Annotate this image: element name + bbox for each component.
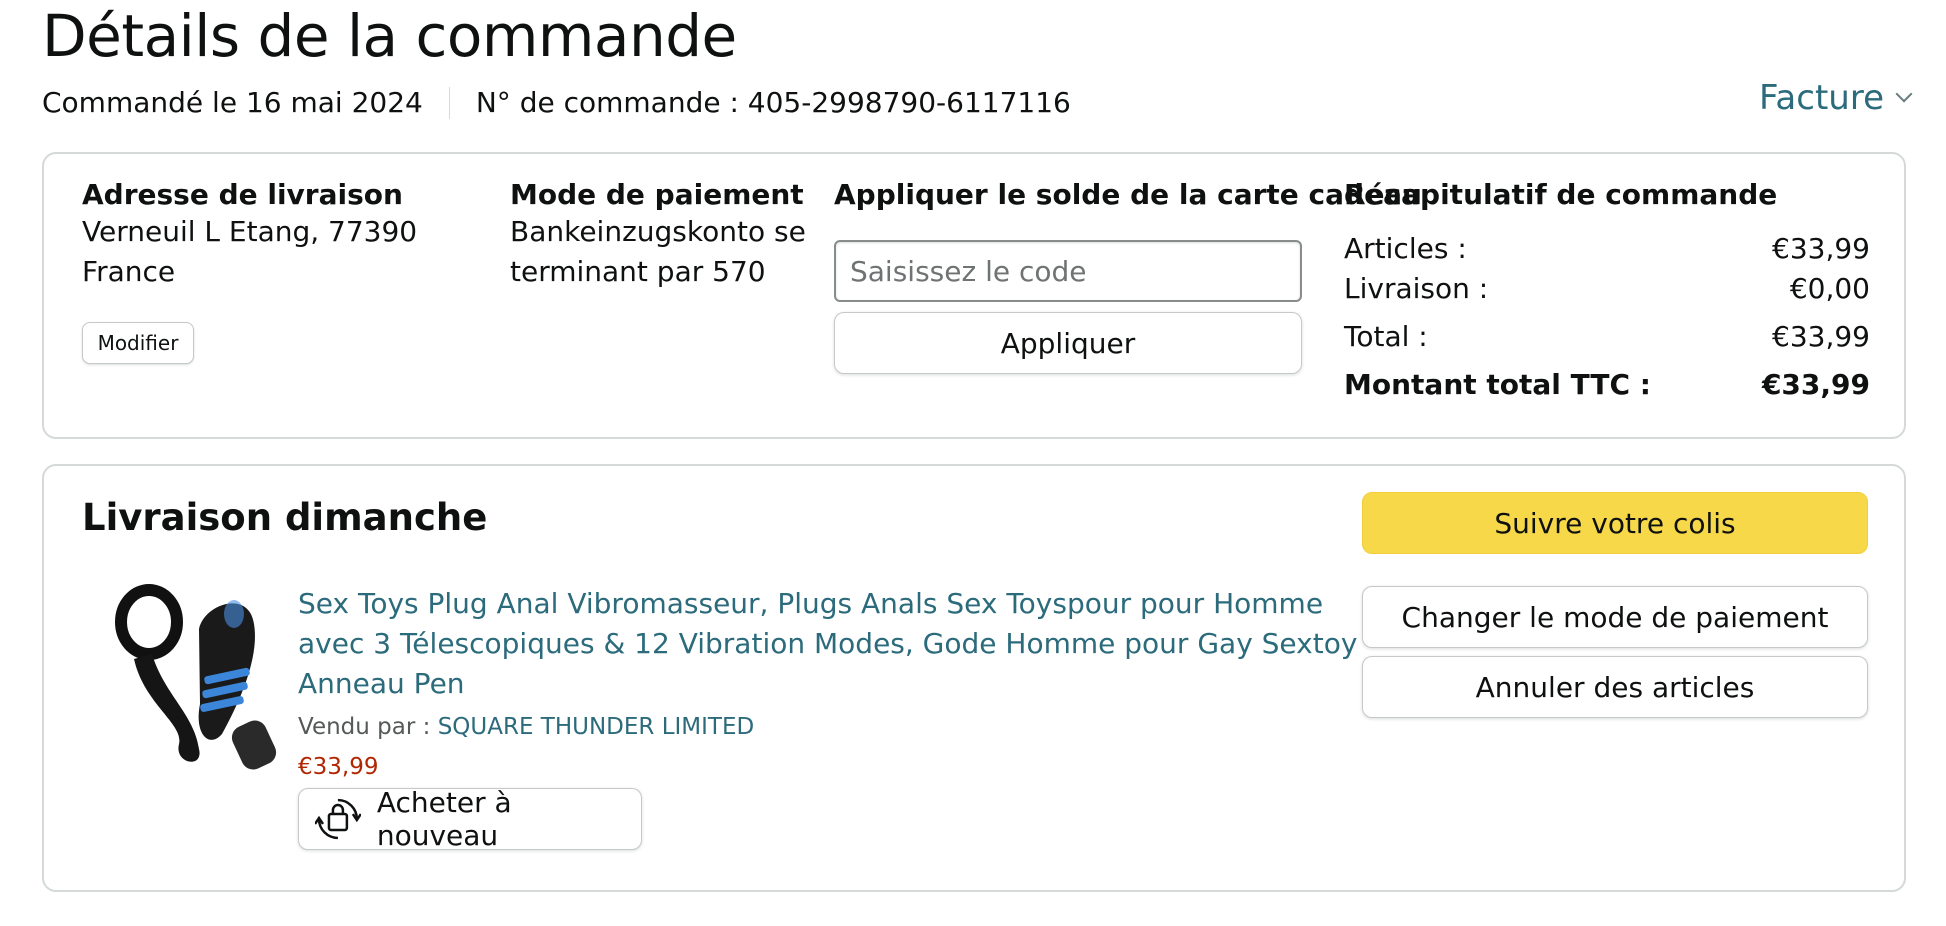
delivery-title: Livraison dimanche [82, 496, 488, 539]
sold-by-label: Vendu par : [298, 714, 438, 740]
shipment-card: Livraison dimanche Sex Toys Plug Anal Vi… [42, 464, 1906, 892]
seller-line: Vendu par : SQUARE THUNDER LIMITED [298, 714, 754, 740]
order-info-card: Adresse de livraison Verneuil L Etang, 7… [42, 152, 1906, 439]
cancel-items-button[interactable]: Annuler des articles [1362, 656, 1868, 718]
order-number: N° de commande : 405-2998790-6117116 [475, 86, 1071, 119]
summary-label: Articles : [1344, 232, 1467, 265]
order-date: Commandé le 16 mai 2024 [42, 86, 423, 119]
invoice-dropdown[interactable]: Facture [1759, 78, 1913, 118]
chevron-down-icon [1895, 85, 1913, 103]
product-price: €33,99 [298, 754, 379, 780]
summary-label: Montant total TTC : [1344, 368, 1651, 401]
apply-gift-card-button[interactable]: Appliquer [834, 312, 1302, 374]
meta-divider [448, 86, 450, 119]
invoice-label: Facture [1759, 78, 1884, 118]
page-title: Détails de la commande [42, 2, 737, 70]
payment-method-line2: terminant par 570 [510, 255, 766, 288]
modify-address-button[interactable]: Modifier [82, 322, 194, 364]
track-package-button[interactable]: Suivre votre colis [1362, 492, 1868, 554]
summary-label: Livraison : [1344, 272, 1489, 305]
summary-row-shipping: Livraison : €0,00 [1344, 272, 1870, 305]
gift-card-code-input[interactable] [834, 240, 1302, 302]
buy-again-label: Acheter à nouveau [376, 786, 512, 852]
order-summary-heading: Récapitulatif de commande [1344, 178, 1778, 211]
product-image[interactable] [104, 584, 284, 774]
summary-value: €33,99 [1761, 368, 1870, 401]
payment-method-line1: Bankeinzugskonto se [510, 215, 806, 248]
seller-link[interactable]: SQUARE THUNDER LIMITED [438, 714, 755, 740]
summary-row-total: Total : €33,99 [1344, 320, 1870, 353]
shipping-address-heading: Adresse de livraison [82, 178, 403, 211]
summary-label: Total : [1344, 320, 1428, 353]
shipping-address-line1: Verneuil L Etang, 77390 [82, 215, 418, 248]
change-payment-button[interactable]: Changer le mode de paiement [1362, 586, 1868, 648]
summary-value: €0,00 [1789, 272, 1870, 305]
summary-row-articles: Articles : €33,99 [1344, 232, 1870, 265]
product-title-link[interactable]: Sex Toys Plug Anal Vibromasseur, Plugs A… [298, 584, 1358, 704]
summary-value: €33,99 [1772, 232, 1870, 265]
order-meta: Commandé le 16 mai 2024 N° de commande :… [42, 86, 1071, 119]
buy-again-button[interactable]: Acheter à nouveau [298, 786, 642, 852]
payment-method-heading: Mode de paiement [510, 178, 804, 211]
gift-card-heading: Appliquer le solde de la carte cadeau [834, 178, 1422, 211]
buy-again-icon [315, 798, 361, 840]
shipping-address-line2: France [82, 255, 176, 288]
summary-row-grand-total: Montant total TTC : €33,99 [1344, 368, 1870, 401]
summary-value: €33,99 [1772, 320, 1870, 353]
